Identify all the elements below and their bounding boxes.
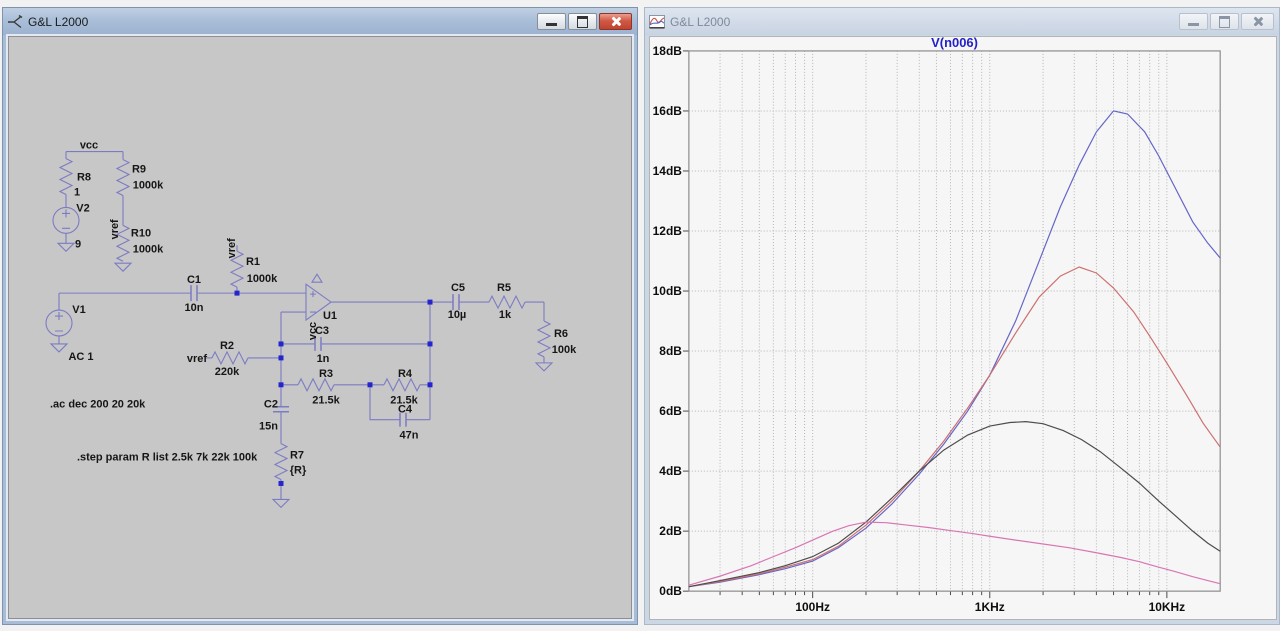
x-axis-tick-label: 100Hz — [795, 600, 830, 614]
schematic-label: 220k — [215, 366, 240, 378]
restore-icon — [1219, 16, 1230, 28]
schematic-window-titlebar[interactable]: G&L L2000 — [3, 8, 637, 35]
schematic-label: R1 — [246, 256, 260, 268]
close-button[interactable] — [599, 13, 632, 30]
waveform-document-icon — [649, 14, 665, 30]
schematic-label: {R} — [290, 465, 307, 477]
restore-button[interactable] — [568, 13, 597, 30]
schematic-label: 1000k — [247, 273, 278, 285]
schematic-label: 47n — [400, 430, 419, 442]
schematic-label: vref — [226, 238, 238, 258]
x-axis-tick-label: 1KHz — [975, 600, 1005, 614]
y-axis-tick-label: 2dB — [659, 524, 682, 538]
window-controls — [537, 13, 633, 30]
y-axis-tick-label: 4dB — [659, 464, 682, 478]
schematic-label: C4 — [398, 404, 413, 416]
schematic-label: R3 — [319, 368, 333, 380]
x-axis-tick-label: 10KHz — [1149, 600, 1186, 614]
schematic-label: 1 — [74, 186, 80, 198]
schematic-label: C1 — [187, 274, 201, 286]
schematic-label: R9 — [132, 164, 146, 176]
y-axis-tick-label: 18dB — [653, 44, 683, 58]
schematic-label: 1000k — [133, 179, 164, 191]
plot-title: V(n006) — [931, 37, 978, 50]
schematic-label: C3 — [315, 325, 329, 337]
close-icon — [1252, 16, 1263, 27]
voltage-source-v1 — [46, 310, 72, 336]
schematic-label: 1k — [499, 309, 512, 321]
y-axis-tick-label: 12dB — [653, 224, 683, 238]
window-title: G&L L2000 — [670, 15, 730, 29]
schematic-label: 10µ — [448, 309, 467, 321]
grid-lines — [689, 51, 1220, 591]
y-axis-tick-label: 10dB — [653, 284, 683, 298]
window-controls — [1179, 13, 1275, 30]
schematic-canvas[interactable]: vcc R8 1 V2 9 R9 1000k vref R10 1000k V1 AC 1 C1 10n v… — [8, 36, 632, 619]
y-axis-tick-label: 8dB — [659, 344, 682, 358]
restore-button[interactable] — [1210, 13, 1239, 30]
schematic-window: G&L L2000 — [2, 7, 638, 625]
close-button[interactable] — [1241, 13, 1274, 30]
schematic-label: R2 — [220, 340, 234, 352]
schematic-label: vref — [109, 219, 121, 239]
y-axis-tick-label: 0dB — [659, 584, 682, 598]
schematic-label: 100k — [552, 344, 577, 356]
schematic-label: C5 — [451, 282, 465, 294]
schematic-label: 1n — [317, 353, 330, 365]
schematic-label: .step param R list 2.5k 7k 22k 100k — [77, 452, 258, 464]
schematic-drawing: vcc R8 1 V2 9 R9 1000k vref R10 1000k V1 AC 1 C1 10n v… — [9, 37, 631, 618]
desktop: G&L L2000 — [0, 0, 1280, 631]
close-icon — [610, 16, 621, 27]
schematic-label: AC 1 — [68, 351, 93, 363]
resistor-symbols — [60, 159, 550, 480]
schematic-label: R4 — [398, 368, 413, 380]
minimize-button[interactable] — [1179, 13, 1208, 30]
minimize-icon — [546, 23, 557, 26]
schematic-label: R6 — [554, 328, 568, 340]
trace-blue[interactable] — [689, 111, 1220, 587]
y-axis-tick-label: 16dB — [653, 104, 683, 118]
schematic-label: V1 — [72, 304, 85, 316]
schematic-label: vcc — [80, 140, 98, 152]
schematic-label: 15n — [259, 421, 278, 433]
schematic-label: R10 — [131, 227, 151, 239]
waveform-window: G&L L2000 V(n006) 0dB 2dB 4dB 6dB 8dB 10dB 12dB… — [644, 7, 1280, 625]
schematic-label: 21.5k — [312, 395, 340, 407]
traces — [689, 111, 1220, 587]
schematic-label: U1 — [323, 310, 337, 322]
schematic-label: vref — [187, 353, 208, 365]
schematic-label: 10n — [185, 302, 204, 314]
schematic-label: .ac dec 200 20 20k — [50, 399, 146, 411]
window-title: G&L L2000 — [28, 15, 88, 29]
axis-ticks — [683, 51, 1167, 598]
schematic-label: R8 — [77, 172, 91, 184]
schematic-label: 9 — [75, 238, 81, 250]
waveform-pane[interactable]: V(n006) 0dB 2dB 4dB 6dB 8dB 10dB 12dB 14dB 16dB 18… — [649, 36, 1277, 620]
y-axis-tick-label: 6dB — [659, 404, 682, 418]
schematic-label: R7 — [290, 450, 304, 462]
y-axis-tick-label: 14dB — [653, 164, 683, 178]
plot-frame — [689, 51, 1220, 591]
trace-red[interactable] — [689, 267, 1220, 587]
schematic-label: R5 — [497, 282, 511, 294]
minimize-icon — [1188, 23, 1199, 26]
schematic-label: V2 — [76, 202, 89, 214]
restore-icon — [577, 16, 588, 28]
voltage-source-v2 — [53, 207, 79, 233]
minimize-button[interactable] — [537, 13, 566, 30]
schematic-label: 1000k — [133, 243, 164, 255]
schematic-document-icon — [7, 14, 23, 30]
schematic-label: C2 — [264, 399, 278, 411]
frequency-response-plot: V(n006) 0dB 2dB 4dB 6dB 8dB 10dB 12dB 14dB 16dB 18… — [650, 37, 1276, 619]
waveform-window-titlebar[interactable]: G&L L2000 — [645, 8, 1279, 35]
